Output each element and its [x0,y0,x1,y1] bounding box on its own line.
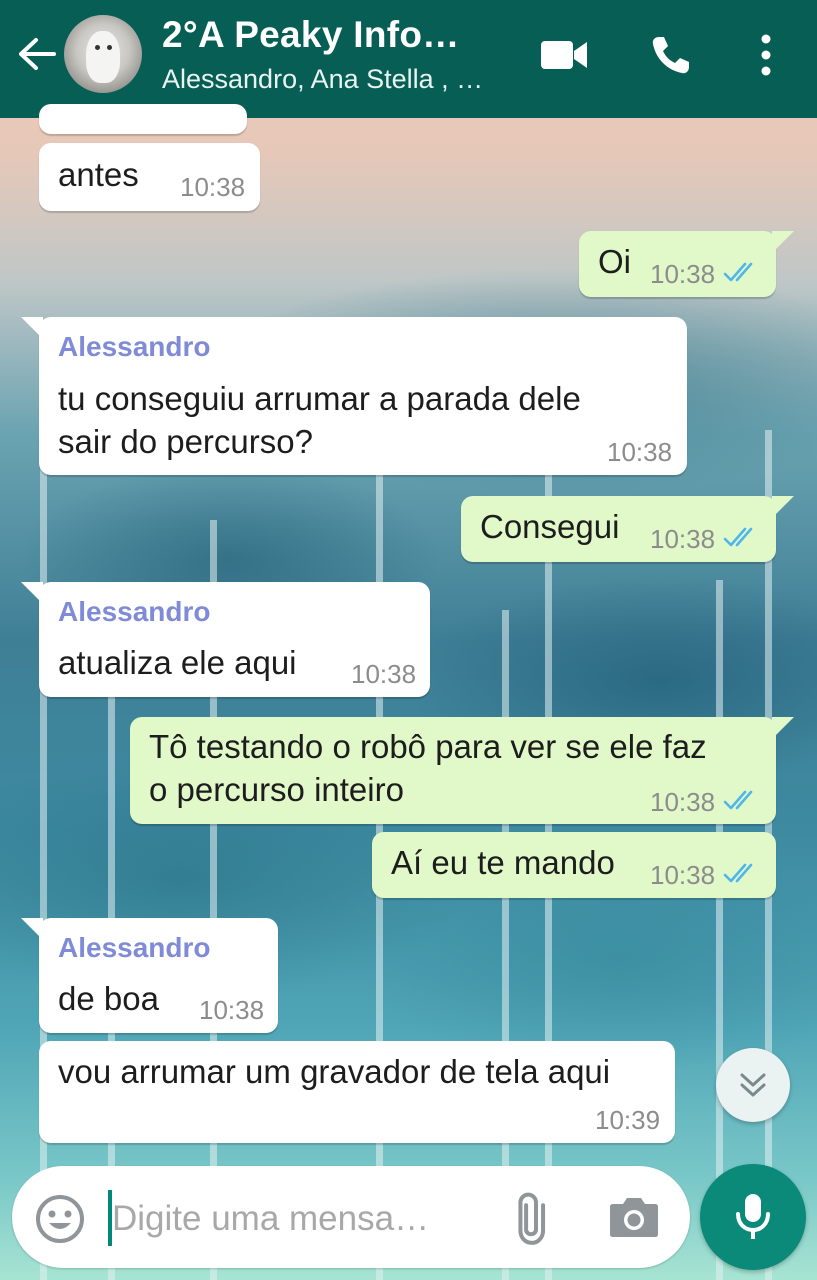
camera-icon[interactable] [609,1194,659,1238]
emoji-icon[interactable] [34,1193,86,1245]
message-time: 10:38 [351,659,417,689]
message-text: atualiza ele aqui [58,644,297,681]
sender-name[interactable]: Alessandro [58,932,211,964]
chat-participants[interactable]: Alessandro, Ana Stella , … [162,64,483,95]
sender-name[interactable]: Alessandro [58,596,211,628]
message-time: 10:38 [650,259,716,289]
message-bubble[interactable]: vou arrumar um gravador de tela aqui 10:… [39,1041,675,1143]
message-text: o percurso inteiro [149,771,404,808]
paperclip-icon[interactable] [508,1190,564,1246]
double-check-icon [723,863,753,883]
message-time: 10:38 [650,524,716,554]
message-time: 10:38 [199,995,265,1025]
microphone-icon [736,1194,770,1239]
message-text: Aí eu te mando [391,844,615,881]
chat-title[interactable]: 2°A Peaky Info… [162,14,460,56]
message-bubble[interactable]: Alessandro tu conseguiu arrumar a parada… [21,317,687,475]
message-bubble[interactable]: Alessandro de boa 10:38 [21,918,278,1033]
scroll-to-bottom-button[interactable] [716,1048,790,1122]
sender-name[interactable]: Alessandro [58,331,211,363]
message-text: vou arrumar um gravador de tela aqui [58,1053,611,1090]
video-camera-icon[interactable] [540,38,588,72]
double-check-icon [723,527,753,547]
message-text: sair do percurso? [58,423,313,460]
double-check-icon [723,790,753,810]
double-check-icon [723,262,753,282]
group-avatar[interactable] [64,15,142,93]
message-text: Oi [598,243,631,280]
voice-record-button[interactable] [700,1164,806,1270]
phone-icon[interactable] [650,34,692,76]
message-text: de boa [58,980,159,1017]
message-time: 10:38 [607,437,673,467]
message-bubble[interactable]: Aí eu te mando 10:38 [372,832,776,898]
message-bubble[interactable]: antes 10:38 [39,143,260,211]
message-bubble[interactable]: Tô testando o robô para ver se ele faz o… [130,717,794,824]
message-time: 10:38 [180,172,246,202]
message-text: Tô testando o robô para ver se ele faz [149,728,707,765]
message-time: 10:39 [595,1105,661,1135]
double-chevron-down-icon [740,1073,766,1097]
more-vertical-icon[interactable] [756,34,776,76]
arrow-left-icon[interactable] [16,36,56,72]
message-text: Consegui [480,508,620,545]
message-time: 10:38 [650,860,716,890]
message-bubble-partial [39,104,247,134]
chat-header: 2°A Peaky Info… Alessandro, Ana Stella ,… [0,0,817,118]
message-bubble[interactable]: Oi 10:38 [579,231,794,297]
message-text: tu conseguiu arrumar a parada dele [58,380,581,417]
message-bubble[interactable]: Alessandro atualiza ele aqui 10:38 [21,582,430,697]
message-input[interactable] [112,1193,492,1245]
message-text: antes [58,156,139,193]
message-bubble[interactable]: Consegui 10:38 [461,496,794,562]
message-time: 10:38 [650,787,716,817]
